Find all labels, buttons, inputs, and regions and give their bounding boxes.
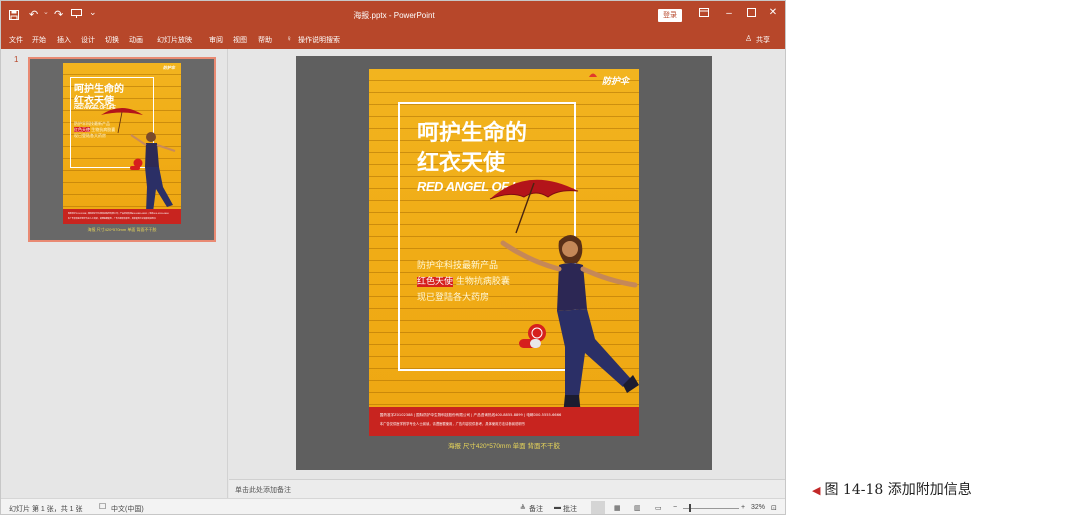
comments-button[interactable]: 批注 [563, 504, 577, 514]
normal-view-icon[interactable] [591, 501, 605, 514]
capsule-product-icon [519, 324, 546, 348]
slide-thumbnail[interactable]: 防护伞 呵护生命的 红衣天使 RED ANGEL OF LIFE 防护伞科技最新… [28, 57, 216, 242]
poster-footer-bar: 国药准字Z0102388 | 国际防护伞生物科技股份有限公司 | 产品咨询热线4… [369, 407, 639, 436]
footer-line1: 国药准字Z0102388 | 国际防护伞生物科技股份有限公司 | 产品咨询热线4… [379, 413, 562, 417]
logo-umbrella-icon [589, 73, 597, 77]
close-icon[interactable]: ✕ [766, 7, 780, 18]
tab-view[interactable]: 视图 [233, 35, 247, 45]
share-button[interactable]: 共享 [756, 35, 770, 45]
fit-to-window-icon[interactable]: ⊡ [771, 504, 777, 512]
zoom-out-icon[interactable]: − [673, 504, 677, 511]
comments-icon[interactable]: ▬ [554, 504, 561, 511]
poster-info-line3: 现已登陆各大药房 [417, 293, 490, 303]
tab-design[interactable]: 设计 [81, 35, 95, 45]
footer-line2: 本广告仅供医学药学专业人士阅读，请遵医嘱使用，广告内容仅供参考，具体使用方法请参… [379, 422, 525, 426]
poster-info-line1: 防护伞科技最新产品 [417, 261, 499, 271]
slideshow-icon[interactable]: ▭ [655, 504, 662, 512]
tab-slideshow[interactable]: 幻灯片放映 [157, 35, 192, 45]
zoom-slider-thumb[interactable] [689, 504, 691, 512]
thumbnail-info-3: 现已登陆各大药房 [74, 133, 106, 138]
zoom-in-icon[interactable]: + [741, 504, 745, 511]
language-indicator[interactable]: 中文(中国) [111, 504, 144, 514]
lightbulb-icon: ♀ [286, 34, 292, 43]
share-icon[interactable]: ♙ [745, 34, 752, 43]
thumbnail-footer: 国药准字Z0102388 | 国际防护伞生物科技股份有限公司 | 产品咨询热线4… [63, 209, 181, 224]
umbrella-icon [489, 179, 579, 234]
poster-logo: 防护伞 [601, 77, 629, 87]
poster-title-line1: 呵护生命的 [417, 121, 528, 146]
notes-placeholder: 单击此处添加备注 [235, 487, 291, 494]
thumbnail-poster: 防护伞 呵护生命的 红衣天使 RED ANGEL OF LIFE 防护伞科技最新… [63, 63, 181, 224]
tab-insert[interactable]: 插入 [57, 35, 71, 45]
reading-view-icon[interactable]: ▥ [634, 504, 641, 512]
minimize-icon[interactable]: – [722, 8, 736, 19]
thumbnail-logo: 防护伞 [163, 65, 175, 70]
title-bar: ↶ ⌄ ↷ ⌄ 海报.pptx - PowerPoint 登录 – ✕ [1, 1, 785, 31]
tell-me-search[interactable]: 操作说明搜索 [298, 35, 340, 45]
maximize-icon[interactable] [744, 8, 758, 20]
notes-pane[interactable]: 单击此处添加备注 [229, 479, 785, 498]
zoom-level[interactable]: 32% [751, 504, 765, 511]
tab-review[interactable]: 审阅 [209, 35, 223, 45]
thumbnail-caption: 海报 尺寸420*570mm 单面 背面不干胶 [87, 227, 157, 232]
poster[interactable]: 防护伞 呵护生命的 红衣天使 RED ANGEL OF LIFE 防护伞科技最新… [369, 69, 639, 436]
slide-sorter-icon[interactable]: ▦ [614, 504, 621, 512]
tab-help[interactable]: 帮助 [258, 35, 272, 45]
tab-animations[interactable]: 动画 [129, 35, 143, 45]
zoom-slider[interactable] [683, 508, 739, 509]
poster-info-line2: 红色天使 生物抗病胶囊 [417, 277, 510, 287]
status-bar: 幻灯片 第 1 张，共 1 张 ☐ 中文(中国) ≜ 备注 ▬ 批注 ▦ ▥ ▭… [1, 498, 785, 514]
triangle-marker-icon: ◀ [812, 484, 821, 497]
ribbon-tabs: 文件 开始 插入 设计 切换 动画 幻灯片放映 审阅 视图 帮助 ♀ 操作说明搜… [1, 31, 785, 49]
tab-transitions[interactable]: 切换 [105, 35, 119, 45]
ribbon-display-icon[interactable] [697, 8, 711, 20]
accessibility-icon[interactable]: ☐ [99, 502, 106, 511]
notes-button[interactable]: 备注 [529, 504, 543, 514]
notes-toggle-icon[interactable]: ≜ [520, 504, 526, 512]
poster-size-caption: 海报 尺寸420*570mm 单面 背面不干胶 [448, 443, 560, 450]
thumbnail-capsule-icon [130, 158, 143, 170]
tab-home[interactable]: 开始 [32, 35, 46, 45]
slide-count-info: 幻灯片 第 1 张，共 1 张 [9, 506, 83, 513]
slide-thumbnail-pane: 1 防护伞 呵护生命的 红衣天使 RED ANGEL OF LIFE 防护伞科技… [1, 49, 228, 498]
highlight-red-angel: 红色天使 [417, 277, 454, 287]
slide-canvas[interactable]: 防护伞 呵护生命的 红衣天使 RED ANGEL OF LIFE 防护伞科技最新… [296, 56, 712, 470]
tab-file[interactable]: 文件 [9, 35, 23, 45]
slide-number: 1 [14, 55, 19, 64]
thumbnail-woman-image [130, 132, 176, 212]
powerpoint-window: ↶ ⌄ ↷ ⌄ 海报.pptx - PowerPoint 登录 – ✕ 文件 开… [0, 0, 786, 515]
sign-in-button[interactable]: 登录 [658, 9, 682, 22]
slide-editor: 防护伞 呵护生命的 红衣天使 RED ANGEL OF LIFE 防护伞科技最新… [229, 49, 785, 479]
figure-caption: ◀ 图 14-18 添加附加信息 [812, 482, 972, 498]
